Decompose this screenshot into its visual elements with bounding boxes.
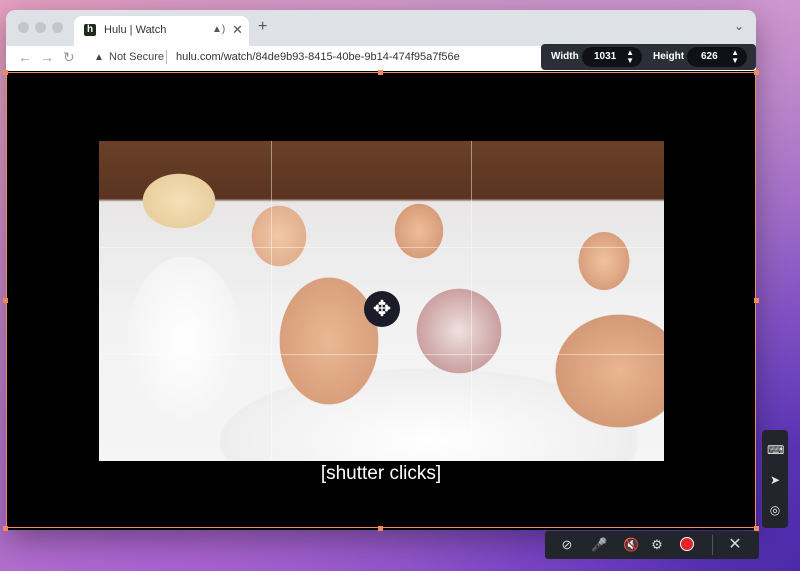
width-value[interactable]: 1031 [594, 51, 616, 62]
recording-toolbar: ⊘ 🎤 🔇 ⚙ ✕ [545, 531, 759, 559]
window-zoom-button[interactable] [52, 22, 63, 33]
resize-handle-right[interactable] [754, 298, 759, 303]
resize-handle-left[interactable] [3, 298, 8, 303]
close-tab-icon[interactable]: ✕ [232, 22, 243, 38]
toolbar-divider [712, 535, 713, 555]
window-minimize-button[interactable] [35, 22, 46, 33]
stepper-arrows-icon[interactable]: ▲ ▼ [626, 49, 634, 65]
window-close-button[interactable] [18, 22, 29, 33]
chevron-down-icon[interactable]: ⌄ [734, 19, 744, 33]
dimensions-panel: Width 1031 ▲ ▼ Height 626 ▲ ▼ [541, 44, 756, 70]
capture-selection[interactable] [6, 72, 756, 528]
speaker-icon[interactable]: ▲) [212, 24, 225, 35]
reload-icon[interactable]: ↻ [63, 49, 75, 66]
url-divider [166, 50, 167, 64]
camera-off-icon[interactable]: ⊘ [559, 537, 575, 553]
click-effect-icon[interactable]: ◎ [767, 502, 783, 518]
new-tab-icon[interactable]: + [258, 18, 267, 36]
resize-handle-top[interactable] [378, 70, 383, 75]
resize-handle-top-right[interactable] [754, 70, 759, 75]
tab-hulu-watch[interactable]: h Hulu | Watch ▲) ✕ [74, 16, 249, 46]
stepper-arrows-icon[interactable]: ▲ ▼ [731, 49, 739, 65]
width-label: Width [551, 51, 579, 62]
url-field[interactable]: hulu.com/watch/84de9b93-8415-40be-9b14-4… [176, 51, 460, 63]
resize-handle-top-left[interactable] [3, 70, 8, 75]
warning-icon[interactable]: ▲ [94, 52, 104, 63]
resize-handle-bottom[interactable] [378, 526, 383, 531]
gear-icon[interactable]: ⚙ [649, 537, 665, 553]
security-status[interactable]: Not Secure [109, 51, 164, 63]
speaker-off-icon[interactable]: 🔇 [623, 537, 639, 553]
height-stepper[interactable]: 626 ▲ ▼ [687, 47, 747, 67]
back-arrow-icon[interactable]: ← [18, 49, 32, 65]
close-icon[interactable]: ✕ [727, 537, 743, 553]
cursor-highlight-icon[interactable]: ➤ [767, 472, 783, 488]
width-stepper[interactable]: 1031 ▲ ▼ [582, 47, 642, 67]
record-button[interactable] [680, 537, 694, 551]
hulu-favicon-icon: h [84, 24, 96, 36]
tab-bar: h Hulu | Watch ▲) ✕ + ⌄ [6, 10, 756, 46]
forward-arrow-icon[interactable]: → [40, 49, 54, 65]
microphone-off-icon[interactable]: 🎤 [591, 537, 607, 553]
height-value[interactable]: 626 [701, 51, 718, 62]
keyboard-icon[interactable]: ⌨ [767, 442, 784, 458]
height-label: Height [653, 51, 685, 62]
resize-handle-bottom-left[interactable] [3, 526, 8, 531]
side-toolbar: ⌨ ➤ ◎ [762, 430, 788, 528]
tab-title: Hulu | Watch [104, 24, 167, 36]
